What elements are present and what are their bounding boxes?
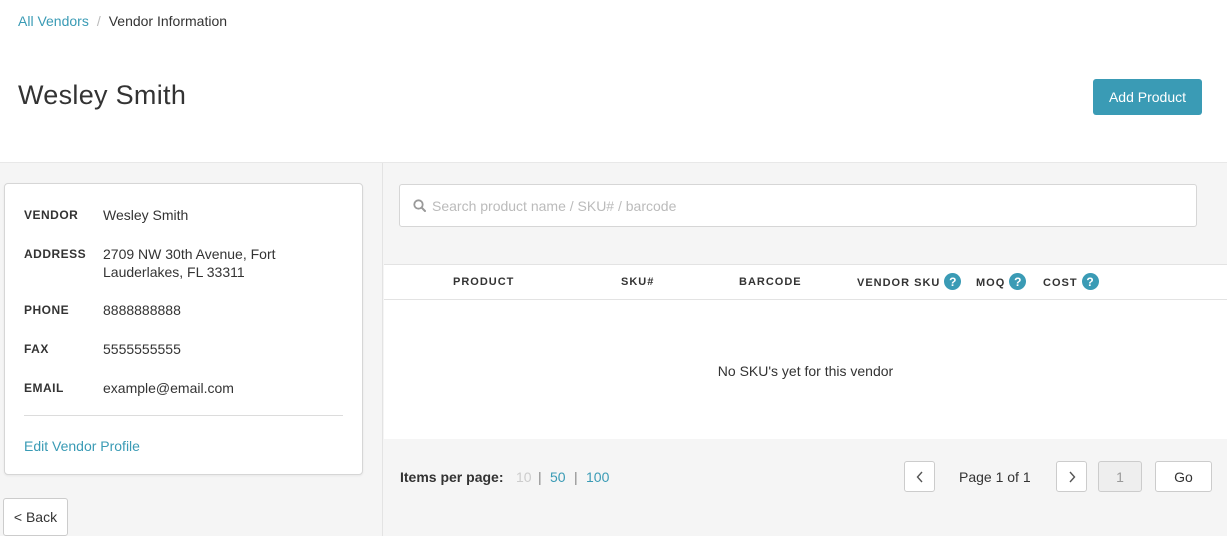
email-label: EMAIL — [24, 381, 64, 395]
content-area: VENDOR Wesley Smith ADDRESS 2709 NW 30th… — [0, 162, 1227, 536]
edit-vendor-profile-link[interactable]: Edit Vendor Profile — [24, 438, 140, 454]
column-header-product[interactable]: PRODUCT — [453, 276, 514, 288]
help-icon[interactable]: ? — [944, 273, 962, 290]
card-divider — [24, 415, 343, 416]
previous-page-button[interactable] — [904, 461, 935, 492]
column-label: BARCODE — [739, 276, 802, 288]
column-label: SKU# — [621, 276, 655, 288]
vendor-label: VENDOR — [24, 208, 79, 222]
fax-label: FAX — [24, 342, 49, 356]
help-icon[interactable]: ? — [1009, 273, 1027, 290]
items-per-page-option-10: 10 — [516, 469, 532, 485]
page-title: Wesley Smith — [18, 80, 187, 110]
column-header-moq[interactable]: MOQ ? — [976, 273, 1027, 290]
items-per-page-separator: | — [574, 469, 578, 485]
phone-label: PHONE — [24, 303, 70, 317]
vendor-row: VENDOR Wesley Smith — [24, 206, 323, 224]
address-value: 2709 NW 30th Avenue, Fort Lauderlakes, F… — [103, 246, 276, 280]
column-header-barcode[interactable]: BARCODE — [739, 276, 802, 288]
column-label: VENDOR SKU — [857, 277, 941, 289]
fax-value: 5555555555 — [103, 341, 181, 357]
column-header-vendor-sku[interactable]: VENDOR SKU ? — [857, 273, 962, 290]
vendor-info-card: VENDOR Wesley Smith ADDRESS 2709 NW 30th… — [4, 183, 363, 475]
address-label: ADDRESS — [24, 247, 87, 261]
search-icon — [412, 199, 426, 213]
items-per-page-separator: | — [538, 469, 542, 485]
add-product-button[interactable]: Add Product — [1093, 79, 1202, 115]
chevron-left-icon — [916, 471, 923, 482]
pagination-bar: Items per page: 10 | 50 | 100 Page 1 of … — [384, 439, 1227, 536]
left-panel: VENDOR Wesley Smith ADDRESS 2709 NW 30th… — [0, 163, 383, 536]
right-panel: PRODUCT SKU# BARCODE VENDOR SKU ? MOQ ? — [384, 163, 1227, 536]
chevron-right-icon — [1068, 471, 1075, 482]
table-header: PRODUCT SKU# BARCODE VENDOR SKU ? MOQ ? — [384, 265, 1227, 300]
address-row: ADDRESS 2709 NW 30th Avenue, Fort Lauder… — [24, 245, 323, 281]
column-label: COST — [1043, 277, 1078, 289]
empty-table-message: No SKU's yet for this vendor — [717, 363, 894, 379]
items-per-page-label: Items per page: — [400, 469, 504, 485]
product-table: PRODUCT SKU# BARCODE VENDOR SKU ? MOQ ? — [384, 264, 1227, 439]
breadcrumb-current: Vendor Information — [108, 13, 228, 29]
back-button[interactable]: < Back — [3, 498, 68, 536]
search-input[interactable] — [432, 185, 1196, 226]
column-header-cost[interactable]: COST ? — [1043, 273, 1099, 290]
vendor-value: Wesley Smith — [103, 207, 189, 223]
page-info: Page 1 of 1 — [959, 469, 1031, 485]
page-number-input[interactable] — [1098, 461, 1142, 492]
column-header-sku[interactable]: SKU# — [621, 276, 654, 288]
email-value: example@email.com — [103, 380, 234, 396]
column-label: PRODUCT — [453, 276, 515, 288]
phone-value: 8888888888 — [103, 302, 181, 318]
help-icon[interactable]: ? — [1081, 273, 1099, 290]
breadcrumb-all-vendors[interactable]: All Vendors — [18, 13, 89, 29]
breadcrumb: All Vendors / Vendor Information — [18, 13, 227, 29]
go-button[interactable]: Go — [1155, 461, 1212, 492]
search-box[interactable] — [399, 184, 1197, 227]
phone-row: PHONE 8888888888 — [24, 301, 323, 319]
items-per-page-option-50[interactable]: 50 — [550, 469, 566, 485]
next-page-button[interactable] — [1056, 461, 1087, 492]
breadcrumb-separator: / — [96, 13, 101, 29]
column-label: MOQ — [976, 277, 1006, 289]
email-row: EMAIL example@email.com — [24, 379, 323, 397]
fax-row: FAX 5555555555 — [24, 340, 323, 358]
items-per-page-option-100[interactable]: 100 — [586, 469, 609, 485]
